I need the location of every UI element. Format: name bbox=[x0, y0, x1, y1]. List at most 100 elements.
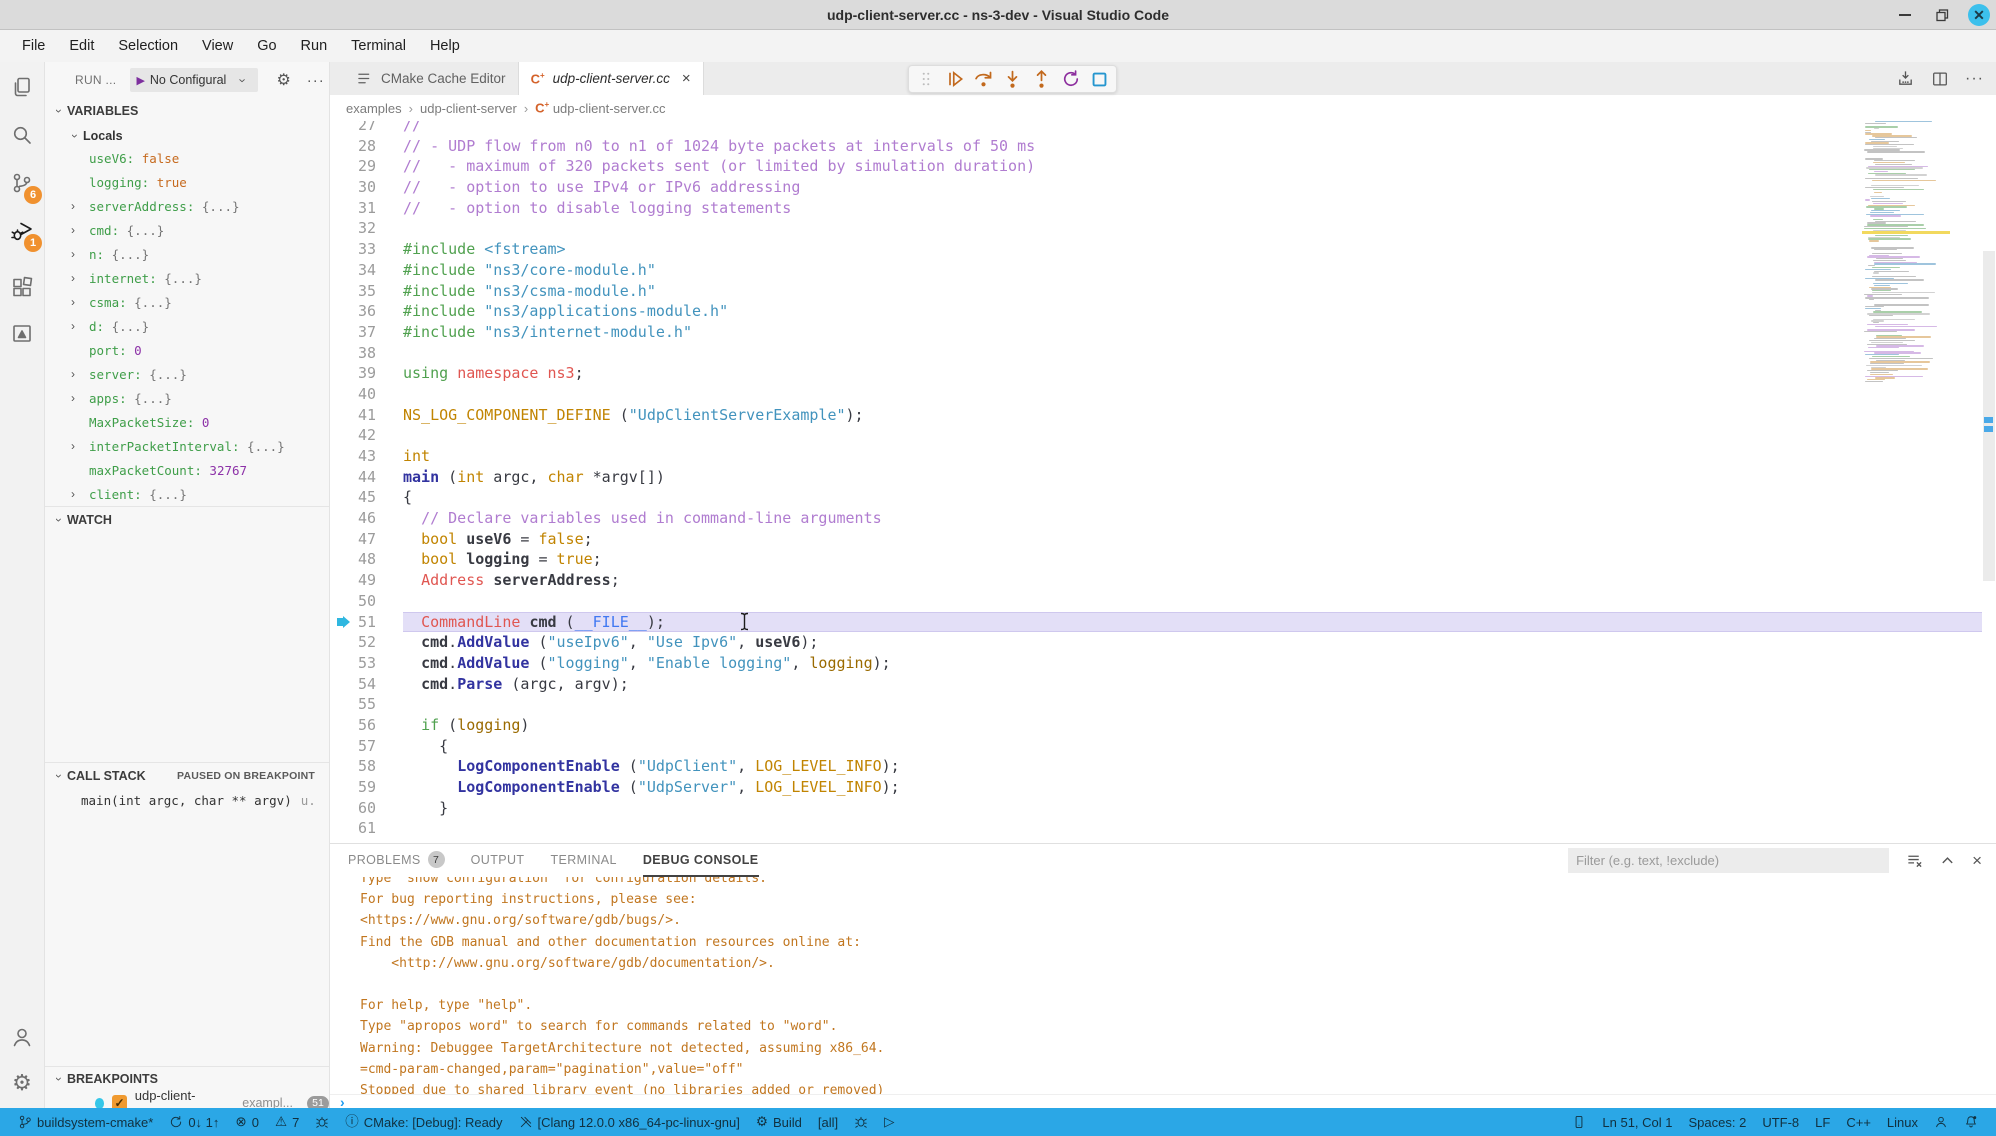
chevron-collapsed-icon[interactable]: › bbox=[71, 223, 75, 237]
panel-tab-problems[interactable]: PROBLEMS7 bbox=[348, 844, 445, 877]
launch-config-dropdown[interactable]: ▶ No Configural › bbox=[130, 68, 258, 92]
gutter[interactable] bbox=[330, 301, 356, 322]
code-line[interactable]: 57 { bbox=[330, 736, 1996, 757]
breakpoints-section-header[interactable]: › BREAKPOINTS bbox=[45, 1066, 329, 1090]
gutter[interactable] bbox=[330, 736, 356, 757]
line-number[interactable]: 51 bbox=[356, 612, 376, 633]
scope-locals[interactable]: › Locals bbox=[45, 124, 123, 148]
code-line[interactable]: 28// - UDP flow from n0 to n1 of 1024 by… bbox=[330, 136, 1996, 157]
gutter[interactable] bbox=[330, 818, 356, 839]
code-line[interactable]: 35#include "ns3/csma-module.h" bbox=[330, 281, 1996, 302]
status-bell[interactable] bbox=[1956, 1108, 1986, 1136]
editor-scrollbar[interactable] bbox=[1982, 121, 1996, 843]
status-sync[interactable]: 0↓ 1↑ bbox=[161, 1108, 227, 1136]
drag-grip-button[interactable] bbox=[913, 67, 938, 91]
code-line[interactable]: 45{ bbox=[330, 487, 1996, 508]
status-error[interactable]: ⊗0 bbox=[227, 1108, 267, 1136]
chevron-collapsed-icon[interactable]: › bbox=[71, 199, 75, 213]
activity-cmake[interactable] bbox=[0, 310, 44, 356]
line-number[interactable]: 56 bbox=[356, 715, 376, 736]
chevron-collapsed-icon[interactable]: › bbox=[71, 295, 75, 309]
code-line[interactable]: 60 } bbox=[330, 798, 1996, 819]
line-number[interactable]: 47 bbox=[356, 529, 376, 550]
gutter[interactable] bbox=[330, 260, 356, 281]
configure-gear-icon[interactable]: ⚙ bbox=[276, 70, 290, 90]
code-line[interactable]: 30// - option to use IPv4 or IPv6 addres… bbox=[330, 177, 1996, 198]
variable-row[interactable]: ›n: {...} bbox=[45, 242, 329, 266]
gutter[interactable] bbox=[330, 121, 356, 136]
line-number[interactable]: 34 bbox=[356, 260, 376, 281]
menu-terminal[interactable]: Terminal bbox=[341, 34, 416, 58]
line-number[interactable]: 49 bbox=[356, 570, 376, 591]
gutter[interactable] bbox=[330, 218, 356, 239]
clear-console-icon[interactable] bbox=[1906, 852, 1923, 869]
menu-go[interactable]: Go bbox=[247, 34, 286, 58]
code-line[interactable]: 43int bbox=[330, 446, 1996, 467]
breadcrumb-item[interactable]: examples bbox=[346, 101, 402, 116]
code-line[interactable]: 59 LogComponentEnable ("UdpServer", LOG_… bbox=[330, 777, 1996, 798]
line-number[interactable]: 58 bbox=[356, 756, 376, 777]
variable-row[interactable]: ›interPacketInterval: {...} bbox=[45, 434, 329, 458]
status-linux[interactable]: Linux bbox=[1879, 1108, 1926, 1136]
code-line[interactable]: 54 cmd.Parse (argc, argv); bbox=[330, 674, 1996, 695]
gutter[interactable] bbox=[330, 343, 356, 364]
line-number[interactable]: 54 bbox=[356, 674, 376, 695]
line-number[interactable]: 39 bbox=[356, 363, 376, 384]
line-number[interactable]: 57 bbox=[356, 736, 376, 757]
gutter[interactable] bbox=[330, 467, 356, 488]
code-line[interactable]: 31// - option to disable logging stateme… bbox=[330, 198, 1996, 219]
status-warning[interactable]: ⚠7 bbox=[267, 1108, 307, 1136]
line-number[interactable]: 31 bbox=[356, 198, 376, 219]
status-feedback[interactable] bbox=[1926, 1108, 1956, 1136]
status-debug-alt[interactable] bbox=[307, 1108, 337, 1136]
maximize-panel-icon[interactable] bbox=[1940, 853, 1955, 868]
continue-button[interactable] bbox=[942, 67, 967, 91]
line-number[interactable]: 46 bbox=[356, 508, 376, 529]
run-below-icon[interactable] bbox=[1896, 69, 1915, 88]
gutter[interactable] bbox=[330, 549, 356, 570]
gutter[interactable] bbox=[330, 384, 356, 405]
activity-settings[interactable]: ⚙ bbox=[0, 1060, 44, 1106]
gutter[interactable] bbox=[330, 198, 356, 219]
code-line[interactable]: 27// bbox=[330, 121, 1996, 136]
line-number[interactable]: 43 bbox=[356, 446, 376, 467]
step-into-button[interactable] bbox=[1000, 67, 1025, 91]
code-line[interactable]: 50 bbox=[330, 591, 1996, 612]
maximize-icon[interactable] bbox=[1931, 4, 1953, 26]
code-line[interactable]: 29// - maximum of 320 packets sent (or l… bbox=[330, 156, 1996, 177]
status-c++[interactable]: C++ bbox=[1838, 1108, 1879, 1136]
split-editor-icon[interactable] bbox=[1931, 70, 1949, 88]
line-number[interactable]: 59 bbox=[356, 777, 376, 798]
menu-run[interactable]: Run bbox=[291, 34, 338, 58]
line-number[interactable]: 53 bbox=[356, 653, 376, 674]
code-line[interactable]: 56 if (logging) bbox=[330, 715, 1996, 736]
activity-account[interactable] bbox=[0, 1014, 44, 1060]
status-tools[interactable]: [Clang 12.0.0 x86_64-pc-linux-gnu] bbox=[511, 1108, 748, 1136]
breadcrumb-item[interactable]: udp-client-server bbox=[420, 101, 517, 116]
minimize-icon[interactable] bbox=[1894, 4, 1916, 26]
activity-run-debug[interactable]: 1 bbox=[0, 208, 44, 254]
code-line[interactable]: 46 // Declare variables used in command-… bbox=[330, 508, 1996, 529]
code-line[interactable]: 32 bbox=[330, 218, 1996, 239]
line-number[interactable]: 30 bbox=[356, 177, 376, 198]
menu-help[interactable]: Help bbox=[420, 34, 470, 58]
console-filter-input[interactable] bbox=[1568, 848, 1889, 873]
variable-row[interactable]: ›server: {...} bbox=[45, 362, 329, 386]
activity-extensions[interactable] bbox=[0, 264, 44, 310]
breadcrumb-item[interactable]: C+ udp-client-server.cc bbox=[535, 101, 665, 116]
tab-cmake-cache-editor[interactable]: CMake Cache Editor bbox=[344, 62, 519, 95]
gutter[interactable] bbox=[330, 715, 356, 736]
gutter[interactable] bbox=[330, 777, 356, 798]
breakpoint-checkbox[interactable]: ✓ bbox=[112, 1095, 126, 1109]
line-number[interactable]: 50 bbox=[356, 591, 376, 612]
activity-files[interactable] bbox=[0, 64, 44, 110]
gutter[interactable] bbox=[330, 363, 356, 384]
code-line[interactable]: 36#include "ns3/applications-module.h" bbox=[330, 301, 1996, 322]
menu-selection[interactable]: Selection bbox=[108, 34, 188, 58]
line-number[interactable]: 45 bbox=[356, 487, 376, 508]
line-number[interactable]: 29 bbox=[356, 156, 376, 177]
call-stack-section-header[interactable]: › CALL STACK PAUSED ON BREAKPOINT bbox=[45, 762, 329, 788]
variable-row[interactable]: ›apps: {...} bbox=[45, 386, 329, 410]
gutter[interactable] bbox=[330, 281, 356, 302]
status-gear[interactable]: ⚙Build bbox=[748, 1108, 810, 1136]
